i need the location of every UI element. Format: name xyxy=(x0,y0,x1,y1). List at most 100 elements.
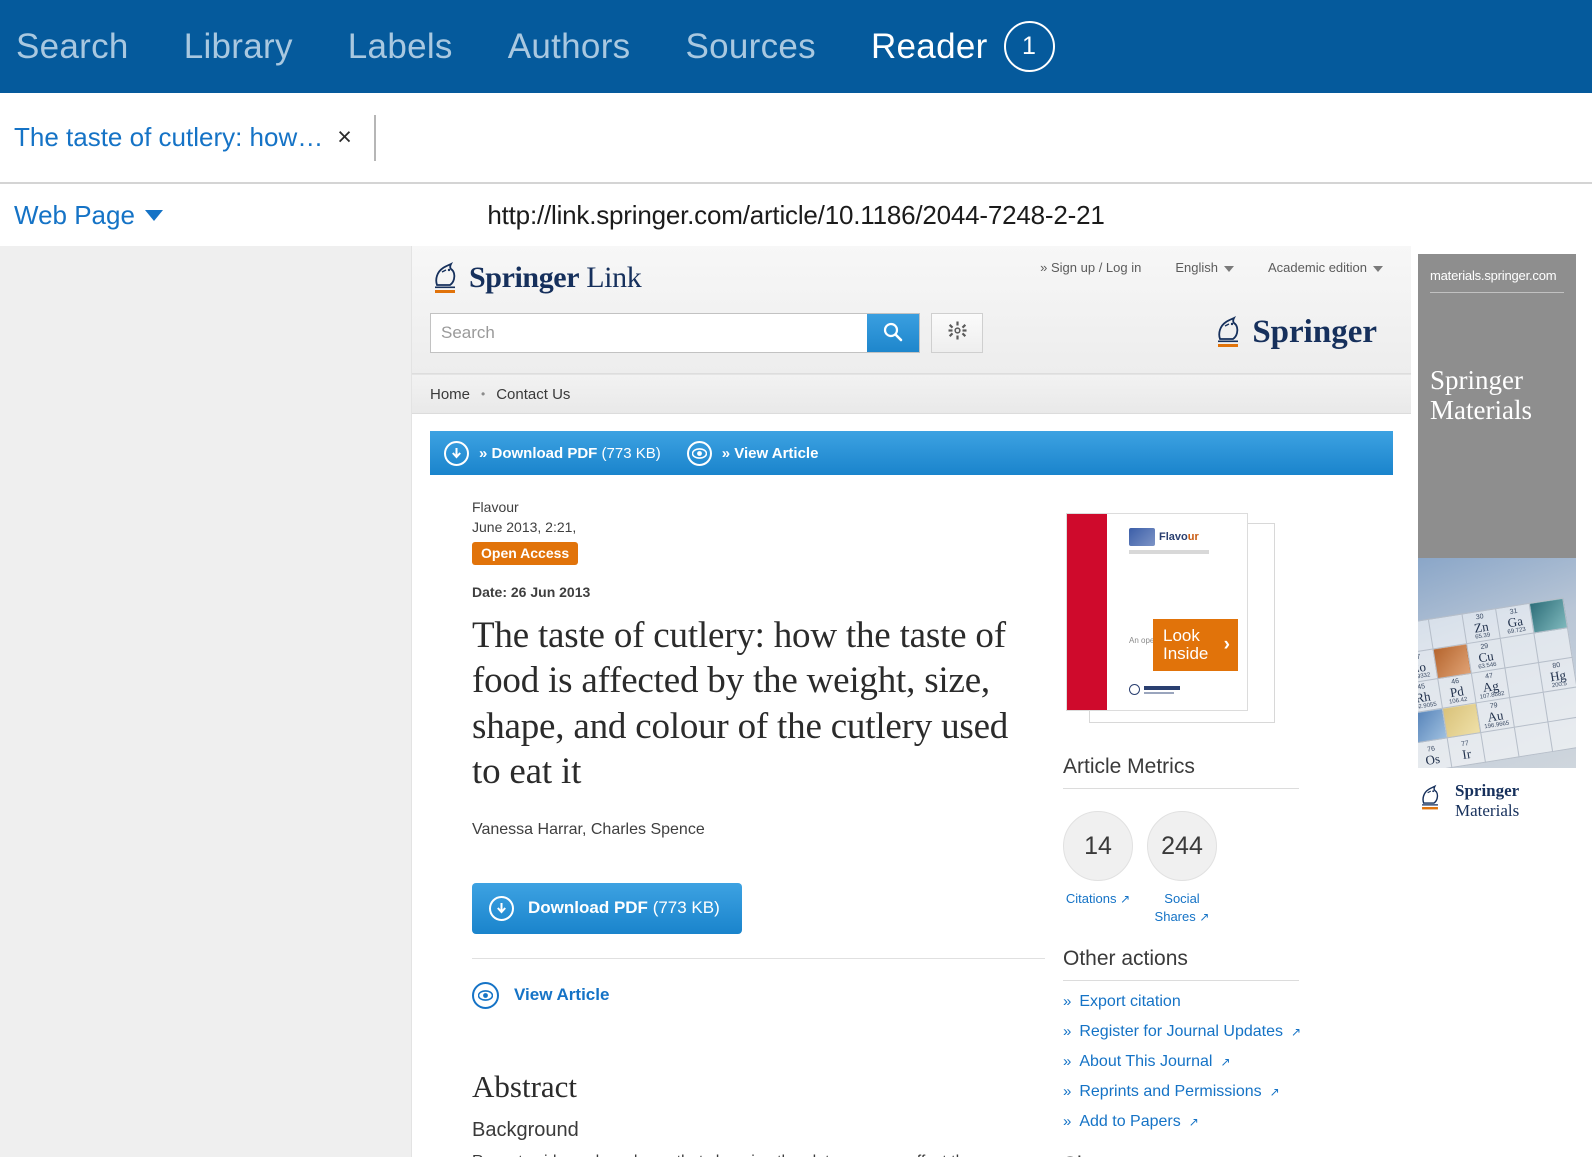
nav-item-reader-label: Reader xyxy=(870,26,988,66)
nav-item-reader[interactable]: Reader 1 xyxy=(871,21,1055,72)
article-metrics: 14 Citations ↗ 244 Social Shares ↗ xyxy=(1063,811,1393,925)
metric-social-shares[interactable]: 244 Social Shares ↗ xyxy=(1147,811,1217,925)
ptable-cell xyxy=(1548,716,1576,752)
external-link-icon: ↗ xyxy=(1269,1085,1280,1100)
cover-red-stripe xyxy=(1067,514,1107,710)
document-tab-title[interactable]: The taste of cutlery: how… xyxy=(14,122,323,153)
metric-citations-text: Citations xyxy=(1065,891,1117,906)
download-pdf-button-label: Download PDF (773 KB) xyxy=(528,898,720,918)
springer-search-row: Springer xyxy=(430,313,1393,373)
language-label: English xyxy=(1175,260,1218,275)
springer-horse-icon xyxy=(1213,315,1243,349)
edition-selector[interactable]: Academic edition xyxy=(1268,260,1383,275)
eye-icon xyxy=(686,440,712,466)
publication-date: Date: 26 Jun 2013 xyxy=(472,583,591,600)
springerlink-logo[interactable]: Springer Link xyxy=(430,261,1393,295)
article-authors[interactable]: Vanessa Harrar, Charles Spence xyxy=(472,821,1045,839)
cover-journal-title-a: Flavo xyxy=(1159,531,1188,543)
download-pdf-bar-link[interactable]: » Download PDF (773 KB) xyxy=(444,440,661,466)
nav-item-sources[interactable]: Sources xyxy=(685,27,855,67)
springer-horse-icon xyxy=(1418,784,1448,818)
guillemet-icon: » xyxy=(1063,1083,1072,1101)
abstract-heading: Abstract xyxy=(472,1068,578,1104)
divider xyxy=(1063,980,1299,982)
metric-social-shares-text: Social Shares xyxy=(1154,891,1200,924)
search-input[interactable] xyxy=(431,314,867,352)
springer-wordmark: Springer xyxy=(1252,314,1377,350)
share-heading: Share xyxy=(1063,1153,1393,1157)
breadcrumb-contact-us[interactable]: Contact Us xyxy=(496,386,570,403)
search-button[interactable] xyxy=(867,314,919,352)
view-article-bar-label: » View Article xyxy=(721,444,819,462)
download-pdf-bar-size: (773 KB) xyxy=(601,444,661,462)
flavour-mark-icon xyxy=(1129,528,1155,546)
springer-page: » Sign up / Log in English Academic edit… xyxy=(411,246,1411,1157)
metric-citations-label[interactable]: Citations ↗ xyxy=(1063,890,1133,908)
article-metrics-heading: Article Metrics xyxy=(1063,755,1195,778)
download-pdf-button-text: Download PDF xyxy=(528,898,648,918)
close-icon[interactable]: × xyxy=(337,125,352,150)
ad-url-label: materials.springer.com xyxy=(1430,268,1557,283)
metric-citations[interactable]: 14 Citations ↗ xyxy=(1063,811,1133,925)
action-about-this-journal[interactable]: » About This Journal ↗ xyxy=(1063,1053,1393,1071)
ad-footer-wordmark: Springer Materials xyxy=(1455,781,1576,821)
gear-icon xyxy=(948,321,967,345)
metric-social-shares-label[interactable]: Social Shares ↗ xyxy=(1147,890,1217,925)
view-article-link-label: View Article xyxy=(514,985,610,1005)
action-register-journal-updates[interactable]: » Register for Journal Updates ↗ xyxy=(1063,1023,1393,1041)
look-inside-label: Look Inside xyxy=(1163,625,1209,663)
springer-materials-ad[interactable]: materials.springer.com Springer Material… xyxy=(1418,254,1576,834)
external-link-icon: ↗ xyxy=(1291,1025,1302,1040)
nav-item-search[interactable]: Search xyxy=(16,27,168,67)
document-tab[interactable]: The taste of cutlery: how… × xyxy=(14,122,352,153)
view-article-link[interactable]: View Article xyxy=(472,981,1045,1009)
ad-periodic-table-image: 30 Zn 65.39 31 Ga 69.723 27 Co 58.9332 29 Cu 63.… xyxy=(1418,558,1576,768)
look-inside-button[interactable]: Look Inside › xyxy=(1153,619,1238,671)
tab-divider xyxy=(373,114,376,161)
journal-cover-block[interactable]: Flavour An open access Look Inside › xyxy=(1063,511,1293,733)
download-pdf-bar-label: » Download PDF (773 KB) xyxy=(479,445,661,462)
cover-journal-logo: Flavour xyxy=(1129,528,1199,546)
signup-login-link[interactable]: » Sign up / Log in xyxy=(1040,260,1141,275)
search-settings-button[interactable] xyxy=(931,313,983,353)
journal-name: Flavour xyxy=(472,499,519,515)
ad-footer-materials: Materials xyxy=(1455,801,1520,820)
guillemet-icon: » xyxy=(1063,1053,1072,1071)
action-add-to-papers[interactable]: » Add to Papers ↗ xyxy=(1063,1113,1393,1131)
browser-viewport: » Sign up / Log in English Academic edit… xyxy=(0,246,1592,1157)
other-actions-list: » Export citation » Register for Journal… xyxy=(1063,993,1393,1131)
action-reprints-permissions[interactable]: » Reprints and Permissions ↗ xyxy=(1063,1083,1393,1101)
view-article-bar-link[interactable]: » View Article xyxy=(686,440,819,466)
download-pdf-button[interactable]: Download PDF (773 KB) xyxy=(472,882,742,934)
breadcrumb-home[interactable]: Home xyxy=(430,386,470,403)
guillemet-icon: » xyxy=(1063,993,1072,1011)
download-icon xyxy=(444,440,469,466)
springer-brand-logo[interactable]: Springer xyxy=(1213,315,1377,349)
journal-issue: June 2013, 2:21, xyxy=(472,519,577,536)
guillemet-icon: » xyxy=(1063,1113,1072,1131)
nav-item-labels[interactable]: Labels xyxy=(348,27,492,67)
external-link-icon: ↗ xyxy=(1220,1055,1231,1070)
action-export-citation[interactable]: » Export citation xyxy=(1063,993,1393,1011)
article-layout: Flavour June 2013, 2:21, Open Access Dat… xyxy=(412,475,1411,1157)
chevron-down-icon xyxy=(1224,265,1234,272)
ad-footer-logo: Springer Materials xyxy=(1418,768,1576,834)
other-actions-heading: Other actions xyxy=(1063,947,1188,971)
ad-title-line2: Materials xyxy=(1430,395,1532,426)
breadcrumb: Home • Contact Us xyxy=(412,374,1411,414)
language-selector[interactable]: English xyxy=(1175,260,1234,275)
page-left-gutter xyxy=(0,246,411,1157)
ptable-cell: 77 Ir xyxy=(1446,732,1486,768)
url-text[interactable]: http://link.springer.com/article/10.1186… xyxy=(0,200,1592,231)
ptable-cell: 76 Os xyxy=(1418,737,1452,768)
springerlink-wordmark: Springer Link xyxy=(469,261,642,295)
nav-item-library[interactable]: Library xyxy=(184,27,332,67)
biomed-central-logo xyxy=(1129,684,1180,695)
nav-item-authors[interactable]: Authors xyxy=(508,27,670,67)
background-heading: Background xyxy=(472,1118,579,1141)
metric-social-shares-value: 244 xyxy=(1147,811,1217,881)
springer-word: Springer xyxy=(469,261,580,294)
action-reprints-permissions-label: Reprints and Permissions xyxy=(1079,1083,1262,1101)
ptable-cell xyxy=(1514,721,1553,757)
springer-site-header: » Sign up / Log in English Academic edit… xyxy=(412,246,1411,374)
